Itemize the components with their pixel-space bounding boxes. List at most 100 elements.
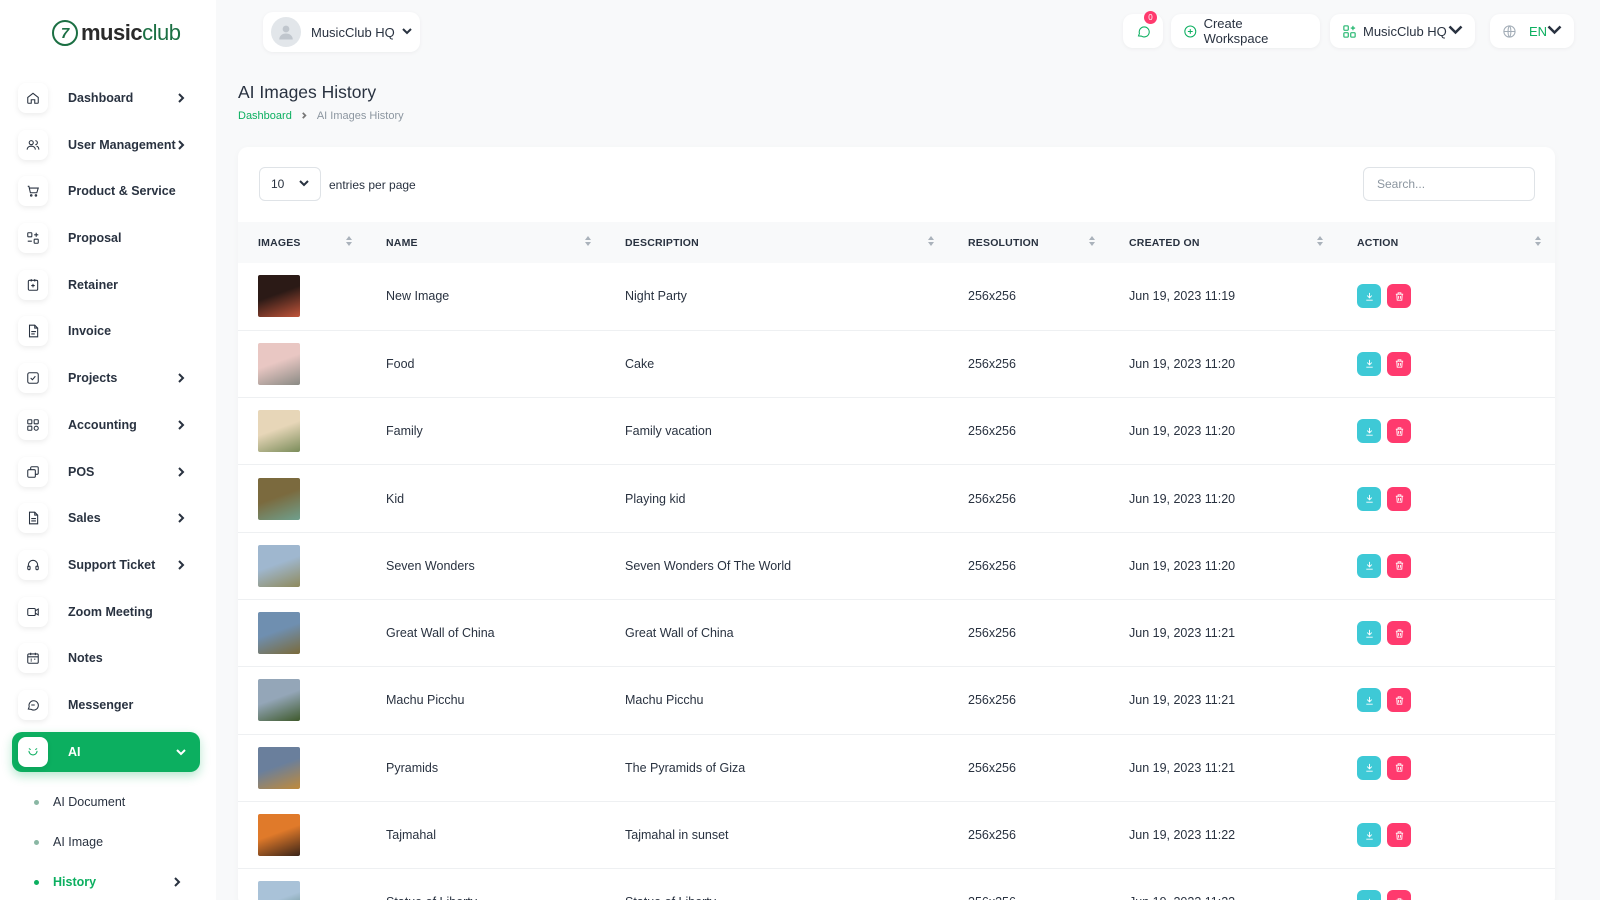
chevron-right-icon (176, 373, 190, 383)
image-thumbnail[interactable] (258, 342, 300, 385)
download-button[interactable] (1357, 890, 1381, 900)
sort-icon (928, 236, 934, 246)
ai-icon-box (18, 736, 48, 767)
sidebar-item-label: Dashboard (68, 91, 134, 105)
workspace-switcher[interactable]: MusicClub HQ (1330, 14, 1475, 48)
resolution-cell: 256x256 (948, 666, 1109, 735)
messages-button[interactable]: 0 (1123, 11, 1163, 48)
plus-circle-icon (1184, 25, 1197, 37)
delete-button[interactable] (1387, 688, 1411, 713)
description-cell: Night Party (605, 263, 948, 331)
delete-button[interactable] (1387, 890, 1411, 900)
sales-icon (28, 511, 39, 525)
sidebar-item-zoom-meeting[interactable]: Zoom Meeting (12, 592, 200, 632)
created-on-cell: Jun 19, 2023 11:20 (1109, 397, 1337, 466)
name-cell: Seven Wonders (366, 532, 605, 600)
sidebar-item-product-service[interactable]: Product & Service (12, 171, 200, 211)
download-icon (1365, 562, 1373, 570)
delete-button[interactable] (1387, 621, 1411, 646)
users-icon (26, 139, 40, 150)
submenu-item-ai-document[interactable]: AI Document (12, 782, 200, 822)
sidebar-item-projects[interactable]: Projects (12, 358, 200, 398)
sidebar-item-notes[interactable]: Notes (12, 638, 200, 678)
create-workspace-label: Create Workspace (1203, 16, 1269, 46)
image-thumbnail[interactable] (258, 544, 300, 587)
search-input[interactable] (1363, 167, 1535, 201)
column-header-resolution[interactable]: RESOLUTION (948, 222, 1109, 263)
column-header-created-on[interactable]: CREATED ON (1109, 222, 1337, 263)
download-button[interactable] (1357, 284, 1381, 309)
sidebar-item-sales[interactable]: Sales (12, 498, 200, 538)
sidebar-item-support-ticket[interactable]: Support Ticket (12, 545, 200, 585)
image-thumbnail[interactable] (258, 746, 300, 789)
sidebar-item-retainer[interactable]: Retainer (12, 265, 200, 305)
workspace-select[interactable]: MusicClub HQ (263, 12, 420, 52)
logo-text: musicclub (81, 20, 181, 45)
user-icon (279, 25, 293, 40)
submenu-item-history[interactable]: History (12, 862, 200, 900)
trash-icon (1395, 763, 1403, 772)
download-button[interactable] (1357, 621, 1381, 646)
sidebar-item-dashboard[interactable]: Dashboard (12, 78, 200, 118)
column-header-action[interactable]: ACTION (1337, 222, 1555, 263)
trash-icon (1395, 830, 1403, 840)
chevron-right-icon (301, 110, 308, 122)
created-on-cell: Jun 19, 2023 11:21 (1109, 734, 1337, 802)
sidebar-item-label: AI (68, 744, 81, 759)
sidebar-item-label: Messenger (68, 697, 134, 712)
download-button[interactable] (1357, 553, 1381, 578)
download-button[interactable] (1357, 823, 1381, 848)
chevron-right-icon (176, 560, 190, 570)
sidebar-menu: Dashboard User Management Product & Servic… (12, 78, 200, 778)
download-button[interactable] (1357, 755, 1381, 780)
create-workspace-button[interactable]: Create Workspace (1171, 14, 1320, 48)
delete-button[interactable] (1387, 351, 1411, 376)
column-header-images[interactable]: IMAGES (238, 222, 366, 263)
delete-button[interactable] (1387, 553, 1411, 578)
sidebar-item-ai[interactable]: AI (12, 731, 200, 772)
delete-button[interactable] (1387, 486, 1411, 511)
sidebar-item-pos[interactable]: POS (12, 452, 200, 492)
entries-per-page-select[interactable]: 10 (259, 167, 321, 201)
delete-button[interactable] (1387, 419, 1411, 444)
trash-icon (1395, 292, 1403, 301)
download-button[interactable] (1357, 486, 1381, 511)
sidebar-item-proposal[interactable]: Proposal (12, 218, 200, 258)
language-select[interactable]: EN (1490, 14, 1574, 48)
resolution-cell: 256x256 (948, 464, 1109, 533)
chevron-down-icon (1547, 22, 1562, 40)
image-thumbnail[interactable] (258, 410, 300, 453)
sidebar-item-label: POS (68, 464, 95, 479)
sidebar-item-messenger[interactable]: Messenger (12, 685, 200, 725)
column-header-description[interactable]: DESCRIPTION (605, 222, 948, 263)
grid-plus-icon (1343, 24, 1356, 38)
image-thumbnail[interactable] (258, 275, 300, 318)
download-button[interactable] (1357, 351, 1381, 376)
logo[interactable]: 7 musicclub (52, 20, 181, 46)
sidebar-item-invoice[interactable]: Invoice (12, 311, 200, 351)
download-button[interactable] (1357, 419, 1381, 444)
name-cell: Kid (366, 464, 605, 533)
image-thumbnail[interactable] (258, 477, 300, 520)
download-button[interactable] (1357, 688, 1381, 713)
delete-button[interactable] (1387, 755, 1411, 780)
image-thumbnail[interactable] (258, 814, 300, 857)
bullet-dot-icon (34, 839, 39, 845)
avatar (271, 17, 301, 47)
table-row: Statue of LibertyStatue of Liberty256x25… (238, 868, 1555, 900)
image-thumbnail[interactable] (258, 612, 300, 655)
chevron-down-icon (1448, 22, 1463, 40)
created-on-cell: Jun 19, 2023 11:22 (1109, 801, 1337, 870)
delete-button[interactable] (1387, 823, 1411, 848)
sidebar-item-accounting[interactable]: Accounting (12, 405, 200, 445)
sidebar-item-user-management[interactable]: User Management (12, 125, 200, 165)
breadcrumb-dashboard-link[interactable]: Dashboard (238, 110, 292, 122)
trash-icon (1395, 359, 1403, 369)
submenu-item-ai-image[interactable]: AI Image (12, 822, 200, 862)
action-cell (1337, 263, 1555, 331)
delete-button[interactable] (1387, 284, 1411, 309)
column-header-name[interactable]: NAME (366, 222, 605, 263)
image-thumbnail[interactable] (258, 679, 300, 722)
image-thumbnail[interactable] (258, 881, 300, 900)
description-cell: Machu Picchu (605, 666, 948, 735)
